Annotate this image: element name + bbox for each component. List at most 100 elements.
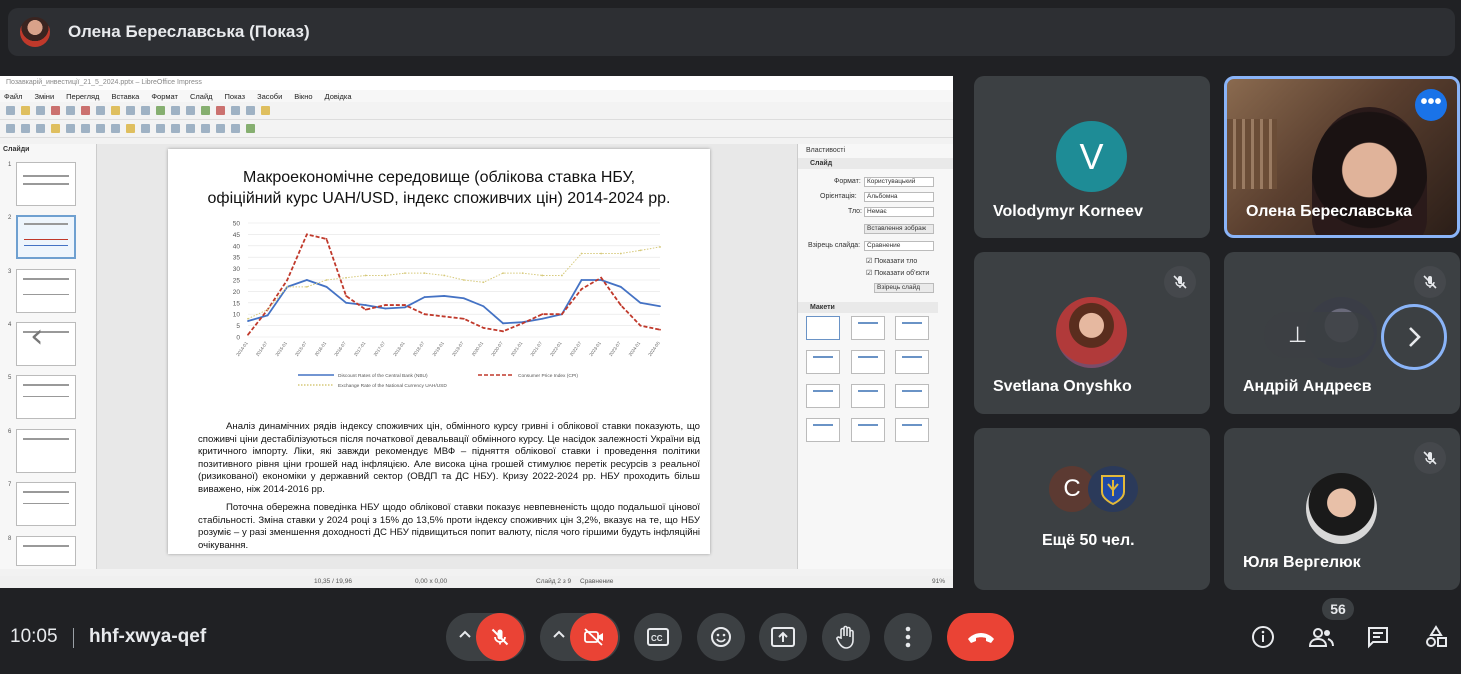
meeting-code[interactable]: hhf-xwya-qef xyxy=(89,626,206,648)
captions-button[interactable]: CC xyxy=(634,613,682,661)
slide-thumbnail[interactable] xyxy=(16,322,76,366)
participant-tile-presenter[interactable]: ••• Олена Береславська xyxy=(1224,76,1460,238)
master-slides-button[interactable]: Взірець слайд xyxy=(874,283,934,293)
save-icon[interactable] xyxy=(36,106,45,115)
chat-button[interactable] xyxy=(1363,622,1393,652)
activities-button[interactable] xyxy=(1421,622,1451,652)
layout-title-slide[interactable] xyxy=(851,316,885,340)
microphone-control[interactable] xyxy=(446,613,526,661)
present-button[interactable] xyxy=(759,613,807,661)
copy-icon[interactable] xyxy=(96,106,105,115)
menu-item[interactable]: Слайд xyxy=(190,92,213,101)
show-objects-checkbox[interactable]: ☑ Показати об'єкти xyxy=(866,269,929,277)
ellipse-icon[interactable] xyxy=(96,124,105,133)
reactions-button[interactable] xyxy=(697,613,745,661)
more-options-button[interactable] xyxy=(884,613,932,661)
curve-icon[interactable] xyxy=(126,124,135,133)
current-slide[interactable]: Макроекономічне середовище (облікова ста… xyxy=(168,149,710,554)
chart-icon[interactable] xyxy=(216,106,225,115)
layout-6content[interactable] xyxy=(851,418,885,442)
undo-icon[interactable] xyxy=(126,106,135,115)
basic-shapes-icon[interactable] xyxy=(156,124,165,133)
menu-item[interactable]: Засоби xyxy=(257,92,282,101)
slideshow-icon[interactable] xyxy=(261,106,270,115)
pin-control[interactable]: ⊥ xyxy=(1264,312,1374,358)
rotate-icon[interactable] xyxy=(246,124,255,133)
insert-image-button[interactable]: Вставлення зображ xyxy=(864,224,934,234)
meeting-info-button[interactable] xyxy=(1248,622,1278,652)
cut-icon[interactable] xyxy=(81,106,90,115)
participant-tile[interactable]: V Volodymyr Korneev xyxy=(974,76,1210,238)
line-icon[interactable] xyxy=(66,124,75,133)
status-zoom[interactable]: 91% xyxy=(932,578,945,585)
layout-4content[interactable] xyxy=(806,418,840,442)
slide-thumbnail[interactable] xyxy=(16,429,76,473)
fill-color-icon[interactable] xyxy=(51,124,60,133)
find-icon[interactable] xyxy=(156,106,165,115)
slide-thumbnail[interactable] xyxy=(16,536,76,566)
people-button[interactable] xyxy=(1306,622,1336,652)
menu-item[interactable]: Перегляд xyxy=(66,92,99,101)
master-slide-select[interactable]: Сравнение xyxy=(864,241,934,251)
select-icon[interactable] xyxy=(6,124,15,133)
fontwork-icon[interactable] xyxy=(246,106,255,115)
menu-item[interactable]: Показ xyxy=(225,92,246,101)
menu-item[interactable]: Зміни xyxy=(34,92,54,101)
participant-tile[interactable]: Юля Вергелюк xyxy=(1224,428,1460,590)
menu-item[interactable]: Вставка xyxy=(111,92,139,101)
slide-thumbnail-selected[interactable] xyxy=(16,215,76,259)
layout-2content-title[interactable] xyxy=(806,384,840,408)
format-select[interactable]: Користувацький xyxy=(864,177,934,187)
layout-title-content[interactable] xyxy=(895,316,929,340)
chevron-up-icon[interactable] xyxy=(458,627,472,646)
slide-thumbnail[interactable] xyxy=(16,375,76,419)
more-participants-tile[interactable]: C Ещё 50 чел. xyxy=(974,428,1210,590)
print-icon[interactable] xyxy=(66,106,75,115)
layout-vertical[interactable] xyxy=(895,418,929,442)
layout-title-2content[interactable] xyxy=(806,350,840,374)
paste-icon[interactable] xyxy=(111,106,120,115)
background-select[interactable]: Немає xyxy=(864,207,934,217)
zoom-icon[interactable] xyxy=(21,124,30,133)
layout-content-2content[interactable] xyxy=(851,384,885,408)
more-options-button[interactable]: ••• xyxy=(1415,89,1447,121)
block-arrows-icon[interactable] xyxy=(186,124,195,133)
chevron-up-icon[interactable] xyxy=(552,627,566,646)
show-background-checkbox[interactable]: ☑ Показати тло xyxy=(866,257,917,265)
new-icon[interactable] xyxy=(6,106,15,115)
participant-tile[interactable]: Svetlana Onyshko xyxy=(974,252,1210,414)
orientation-select[interactable]: Альбомна xyxy=(864,192,934,202)
slide-thumbnail[interactable] xyxy=(16,269,76,313)
symbol-shapes-icon[interactable] xyxy=(171,124,180,133)
menu-item[interactable]: Формат xyxy=(151,92,178,101)
layout-centered-text[interactable] xyxy=(895,350,929,374)
camera-off-button[interactable] xyxy=(570,613,618,661)
next-page-button[interactable] xyxy=(1381,304,1447,370)
menu-item[interactable]: Довідка xyxy=(325,92,352,101)
slide-thumbnail[interactable] xyxy=(16,482,76,526)
mic-off-button[interactable] xyxy=(476,613,524,661)
connector-icon[interactable] xyxy=(141,124,150,133)
image-icon[interactable] xyxy=(201,106,210,115)
camera-control[interactable] xyxy=(540,613,620,661)
menu-item[interactable]: Файл xyxy=(4,92,22,101)
menu-item[interactable]: Вікно xyxy=(294,92,312,101)
callouts-icon[interactable] xyxy=(216,124,225,133)
raise-hand-button[interactable] xyxy=(822,613,870,661)
open-icon[interactable] xyxy=(21,106,30,115)
slide-thumbnail[interactable] xyxy=(16,162,76,206)
line-color-icon[interactable] xyxy=(36,124,45,133)
textbox-icon[interactable] xyxy=(231,106,240,115)
layout-2content-content[interactable] xyxy=(895,384,929,408)
spelling-icon[interactable] xyxy=(171,106,180,115)
stars-icon[interactable] xyxy=(231,124,240,133)
layout-title-only[interactable] xyxy=(851,350,885,374)
redo-icon[interactable] xyxy=(141,106,150,115)
layout-blank[interactable] xyxy=(806,316,840,340)
previous-page-icon[interactable]: ‹ xyxy=(30,316,44,356)
leave-call-button[interactable] xyxy=(947,613,1014,661)
table-icon[interactable] xyxy=(186,106,195,115)
rectangle-icon[interactable] xyxy=(81,124,90,133)
section-slide[interactable]: Слайд xyxy=(798,158,953,169)
section-layouts[interactable]: Макети xyxy=(798,302,938,313)
